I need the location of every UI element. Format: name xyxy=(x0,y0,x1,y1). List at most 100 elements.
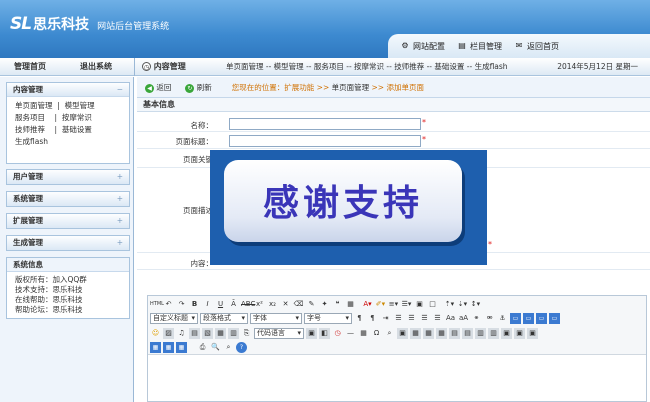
sidebar-item-technician[interactable]: 技师推荐 xyxy=(15,125,45,134)
preview-icon[interactable]: 🔍 xyxy=(210,342,221,353)
unordered-list-icon[interactable]: ☰▾ xyxy=(401,299,412,310)
sidebar-item-services[interactable]: 服务项目 xyxy=(15,113,45,122)
help-icon[interactable]: ? xyxy=(236,341,247,353)
sidebar-item-single-page[interactable]: 单页面管理 xyxy=(15,101,53,110)
eraser-icon[interactable]: ⌫ xyxy=(293,299,304,310)
row-spacing-bottom-icon[interactable]: ⇣▾ xyxy=(457,299,468,310)
collapse-icon[interactable]: − xyxy=(117,83,123,97)
delete-table-icon[interactable]: ▦ xyxy=(436,327,447,339)
image-center-icon[interactable]: ▭ xyxy=(549,312,560,324)
html-source-button[interactable]: HTML xyxy=(150,299,164,310)
paste-text-icon[interactable]: ▦ xyxy=(345,299,356,310)
insert-table-icon[interactable]: ▦ xyxy=(423,327,434,339)
bold-icon[interactable]: B xyxy=(189,299,200,310)
delete-row-icon[interactable]: ▤ xyxy=(462,327,473,339)
split-rows-icon[interactable]: ▦ xyxy=(163,341,174,353)
sidebar-item-massage[interactable]: 按摩常识 xyxy=(62,113,92,122)
emotion-icon[interactable]: ☺ xyxy=(150,328,161,339)
iframe-icon[interactable]: ▥ xyxy=(228,327,239,339)
font-family-select[interactable]: 字体 ▾ xyxy=(250,312,302,324)
merge-right-icon[interactable]: ▣ xyxy=(514,327,525,339)
justify-full-icon[interactable]: ☰ xyxy=(432,313,443,324)
redo-icon[interactable]: ↷ xyxy=(176,299,187,310)
italic-icon[interactable]: I xyxy=(202,299,213,310)
code-language-select[interactable]: 代码语言 ▾ xyxy=(254,327,304,339)
case-lower-icon[interactable]: aA xyxy=(458,313,469,324)
split-cells-icon[interactable]: ▦ xyxy=(150,341,161,353)
auto-type-icon[interactable]: ✦ xyxy=(319,299,330,310)
print-icon[interactable]: ⎙ xyxy=(197,342,208,353)
custom-title-select[interactable]: 自定义标题 ▾ xyxy=(150,312,198,324)
horizontal-rule-icon[interactable]: — xyxy=(345,328,356,339)
date-icon[interactable]: ▦ xyxy=(358,328,369,339)
remove-format-icon[interactable]: ✕ xyxy=(280,299,291,310)
select-all-icon[interactable]: ▣ xyxy=(414,299,425,310)
map-icon[interactable]: ▧ xyxy=(202,327,213,339)
font-border-icon[interactable]: Ā xyxy=(228,299,239,310)
sidebar-item-basic-settings[interactable]: 基础设置 xyxy=(62,125,92,134)
content-menu-header[interactable]: 内容管理 − xyxy=(7,83,129,97)
justify-left-icon[interactable]: ☰ xyxy=(393,313,404,324)
name-input[interactable] xyxy=(229,118,421,130)
user-manage-section[interactable]: 用户管理 + xyxy=(6,169,130,185)
gmap-icon[interactable]: ▦ xyxy=(215,327,226,339)
rich-text-editor[interactable]: HTML ↶ ↷ B I U Ā ABC x² x₂ ✕ ⌫ ✎ ✦ ❝ ▦ A… xyxy=(147,295,647,402)
refresh-button[interactable]: ↻ 刷新 xyxy=(185,82,212,93)
special-char-icon[interactable]: Ω xyxy=(371,328,382,339)
music-icon[interactable]: ♫ xyxy=(176,328,187,339)
generate-manage-section[interactable]: 生成管理 + xyxy=(6,235,130,251)
image-none-icon[interactable]: ▭ xyxy=(510,312,521,324)
extend-manage-section[interactable]: 扩展管理 + xyxy=(6,213,130,229)
column-manage-link[interactable]: ▤ 栏目管理 xyxy=(457,41,502,52)
snapscreen-icon[interactable]: ▣ xyxy=(397,327,408,339)
merge-cells-icon[interactable]: ▣ xyxy=(501,327,512,339)
image-icon[interactable]: ▨ xyxy=(163,327,174,339)
image-left-icon[interactable]: ▭ xyxy=(523,312,534,324)
highlight-icon[interactable]: ✐▾ xyxy=(375,299,386,310)
page-title-input[interactable] xyxy=(229,135,421,147)
logout-tab[interactable]: 退出系统 xyxy=(80,58,112,76)
unlink-icon[interactable]: ⚮ xyxy=(484,313,495,324)
ordered-list-icon[interactable]: ≡▾ xyxy=(388,299,399,310)
image-right-icon[interactable]: ▭ xyxy=(536,312,547,324)
superscript-icon[interactable]: x² xyxy=(254,299,265,310)
link-icon[interactable]: ⚭ xyxy=(471,313,482,324)
search-replace-icon[interactable]: ⌕ xyxy=(384,328,395,339)
subscript-icon[interactable]: x₂ xyxy=(267,299,278,310)
row-spacing-top-icon[interactable]: ⇡▾ xyxy=(444,299,455,310)
anchor-icon[interactable]: ⚓ xyxy=(497,313,508,324)
search-icon[interactable]: ⌕ xyxy=(223,342,234,353)
blockquote-icon[interactable]: ❝ xyxy=(332,299,343,310)
wordimage-icon[interactable]: ▦ xyxy=(410,327,421,339)
indent-icon[interactable]: ⇥ xyxy=(380,313,391,324)
module-links[interactable]: 单页面管理 -- 模型管理 -- 服务项目 -- 按摩常识 -- 技师推荐 --… xyxy=(226,58,508,76)
insert-col-icon[interactable]: ▥ xyxy=(475,327,486,339)
justify-center-icon[interactable]: ☰ xyxy=(406,313,417,324)
font-color-icon[interactable]: A▾ xyxy=(362,299,373,310)
merge-down-icon[interactable]: ▣ xyxy=(527,327,538,339)
split-cols-icon[interactable]: ▦ xyxy=(176,341,187,353)
rtl-icon[interactable]: ¶ xyxy=(367,313,378,324)
font-size-select[interactable]: 字号 ▾ xyxy=(304,312,352,324)
site-config-link[interactable]: ⚙ 网站配置 xyxy=(400,41,445,52)
time-icon[interactable]: ◷ xyxy=(332,328,343,339)
undo-icon[interactable]: ↶ xyxy=(163,299,174,310)
sidebar-item-flash[interactable]: 生成flash xyxy=(15,137,48,146)
attachment-icon[interactable]: ▤ xyxy=(189,327,200,339)
insert-row-icon[interactable]: ▤ xyxy=(449,327,460,339)
back-button[interactable]: ◀ 返回 xyxy=(145,82,171,93)
pagebreak-icon[interactable]: ⎘ xyxy=(241,328,252,339)
case-upper-icon[interactable]: Aa xyxy=(445,313,456,324)
clear-doc-icon[interactable]: □ xyxy=(427,299,438,310)
sidebar-item-model[interactable]: 模型管理 xyxy=(65,101,95,110)
template-icon[interactable]: ▣ xyxy=(306,327,317,339)
paragraph-format-select[interactable]: 段落格式 ▾ xyxy=(200,312,248,324)
strikethrough-icon[interactable]: ABC xyxy=(241,299,255,310)
format-brush-icon[interactable]: ✎ xyxy=(306,299,317,310)
system-manage-section[interactable]: 系统管理 + xyxy=(6,191,130,207)
admin-home-tab[interactable]: 管理首页 xyxy=(14,58,46,76)
background-icon[interactable]: ◧ xyxy=(319,327,330,339)
back-home-link[interactable]: ✉ 返回首页 xyxy=(514,41,559,52)
justify-right-icon[interactable]: ☰ xyxy=(419,313,430,324)
line-height-icon[interactable]: ↕▾ xyxy=(470,299,481,310)
